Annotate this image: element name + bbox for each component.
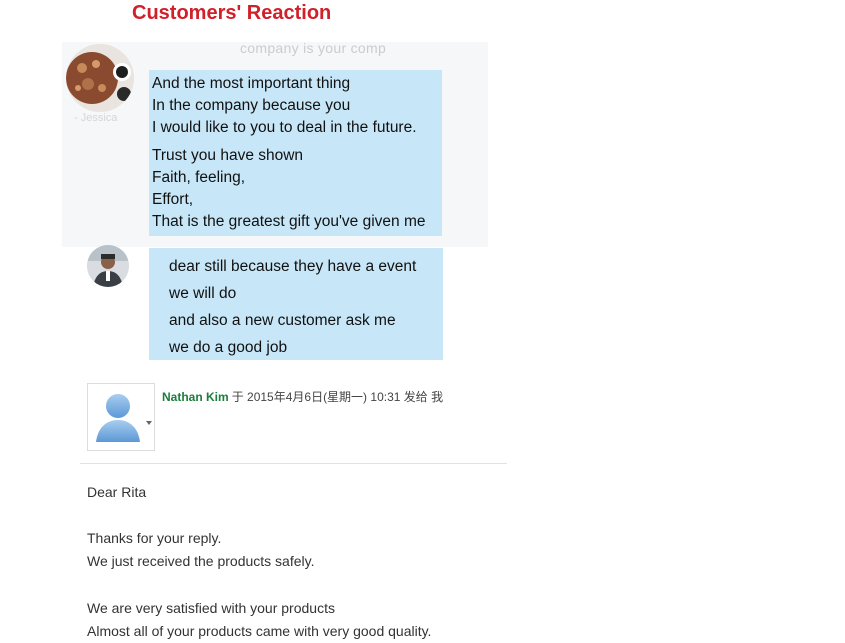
chat-line: Trust you have shown: [152, 147, 304, 164]
supplier-avatar: [87, 245, 129, 287]
email-body-line: We are very satisfied with your products: [87, 600, 335, 616]
chat-line: I would like to you to deal in the futur…: [152, 119, 417, 136]
sender-meta: 于 2015年4月6日(星期一) 10:31 发给 我: [231, 390, 444, 404]
sender-name[interactable]: Nathan Kim: [162, 390, 229, 404]
chat-bubble-incoming: And the most important thing In the comp…: [149, 70, 442, 236]
customer-avatar: [66, 44, 134, 112]
email-body-line: Thanks for your reply.: [87, 530, 222, 546]
chat-line: In the company because you: [152, 97, 351, 114]
chat-line: we do a good job: [169, 339, 288, 356]
chat-line: That is the greatest gift you've given m…: [152, 213, 426, 230]
email-divider: [80, 463, 507, 464]
faded-contact-name: - Jessica: [74, 112, 118, 124]
email-body-line: We just received the products safely.: [87, 553, 315, 569]
sender-profile-picture[interactable]: [87, 383, 155, 451]
chat-line: Effort,: [152, 191, 194, 208]
email-greeting: Dear Rita: [87, 484, 147, 500]
page-title: Customers' Reaction: [132, 2, 332, 24]
supplier-avatar-icon: [87, 245, 129, 287]
chat-line: Faith, feeling,: [152, 169, 246, 186]
faded-message-text: company is your comp: [240, 40, 387, 56]
chat-line: And the most important thing: [152, 75, 351, 92]
chat-bubble-reply: dear still because they have a event we …: [149, 248, 443, 360]
email-body-line: Almost all of your products came with ve…: [87, 623, 432, 639]
email-sender-line: Nathan Kim 于 2015年4月6日(星期一) 10:31 发给 我: [162, 388, 443, 405]
chat-line: dear still because they have a event: [169, 258, 417, 275]
chat-line: we will do: [169, 285, 237, 302]
chat-line: and also a new customer ask me: [169, 312, 396, 329]
default-user-icon: [96, 394, 140, 442]
chevron-down-icon[interactable]: [146, 421, 152, 425]
customer-avatar-icon: [66, 44, 134, 112]
